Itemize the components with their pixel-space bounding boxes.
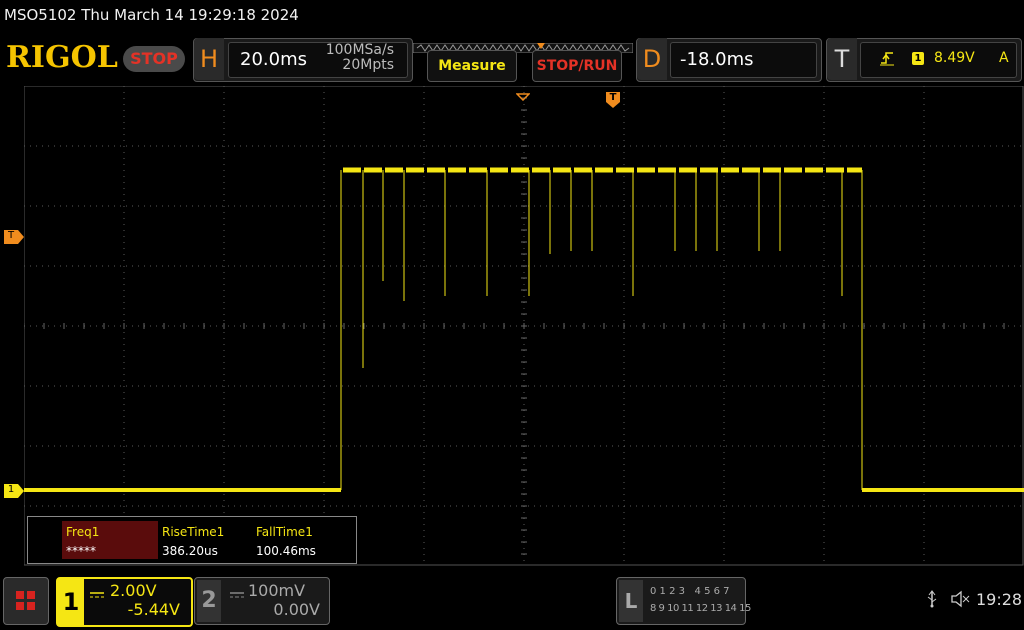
meas-value-freq: *****	[66, 544, 96, 558]
measurement-panel: Freq1 RiseTime1 FallTime1 ***** 386.20us…	[27, 516, 357, 564]
channel1-offset-marker-label: 1	[7, 484, 15, 495]
trigger-level-value: 8.49V	[934, 50, 975, 66]
sample-rate: 100MSa/s	[325, 42, 394, 58]
trigger-mode: A	[999, 50, 1009, 66]
trigger-source-badge: 1	[912, 52, 924, 65]
waveform-display[interactable]	[23, 85, 1024, 566]
stop-run-button[interactable]: STOP/RUN	[532, 50, 622, 82]
delay-letter: D	[637, 38, 667, 80]
window-title: MSO5102 Thu March 14 19:29:18 2024	[4, 6, 299, 24]
logic-channels-row1: 0 1 2 3 4 5 6 7	[650, 586, 730, 597]
logic-channels-row2: 8 9 10 11 12 13 14 15	[650, 603, 751, 614]
dc-coupling-icon	[90, 584, 104, 603]
channel1-scale: 2.00V	[110, 581, 157, 600]
trigger-letter: T	[827, 38, 857, 80]
channel2-coupling-icon	[230, 584, 244, 603]
channel2-scale: 100mV	[248, 581, 306, 600]
meas-header-rise[interactable]: RiseTime1	[162, 525, 224, 539]
grid-menu-icon	[16, 591, 35, 610]
memory-depth: 20Mpts	[342, 57, 394, 73]
run-status-badge[interactable]: STOP	[123, 46, 185, 72]
channel1-offset: -5.44V	[127, 600, 180, 619]
channel1-number: 1	[58, 579, 84, 625]
timebase-value: 20.0ms	[240, 49, 307, 70]
meas-header-fall[interactable]: FallTime1	[256, 525, 313, 539]
waveform-grid	[23, 85, 1024, 566]
rising-edge-icon	[880, 50, 894, 70]
meas-value-fall: 100.46ms	[256, 544, 316, 558]
channel2-number: 2	[197, 580, 221, 622]
rigol-logo: RIGOL	[6, 40, 118, 75]
channel2-offset: 0.00V	[273, 600, 320, 619]
trigger-time-marker-label: T	[609, 92, 617, 103]
horizontal-letter: H	[194, 38, 224, 80]
delay-value: -18.0ms	[680, 49, 754, 70]
clock: 19:28	[976, 590, 1023, 609]
meas-value-rise: 386.20us	[162, 544, 218, 558]
menu-button[interactable]	[3, 577, 49, 625]
meas-header-freq[interactable]: Freq1	[66, 525, 99, 539]
logic-letter: L	[619, 580, 643, 622]
usb-icon	[926, 590, 938, 612]
trigger-position-arrow	[515, 86, 531, 105]
trigger-level-marker-label: T	[7, 230, 15, 241]
speaker-muted-icon[interactable]	[950, 590, 970, 612]
measure-button[interactable]: Measure	[427, 50, 517, 82]
memory-position-strip	[412, 38, 634, 54]
